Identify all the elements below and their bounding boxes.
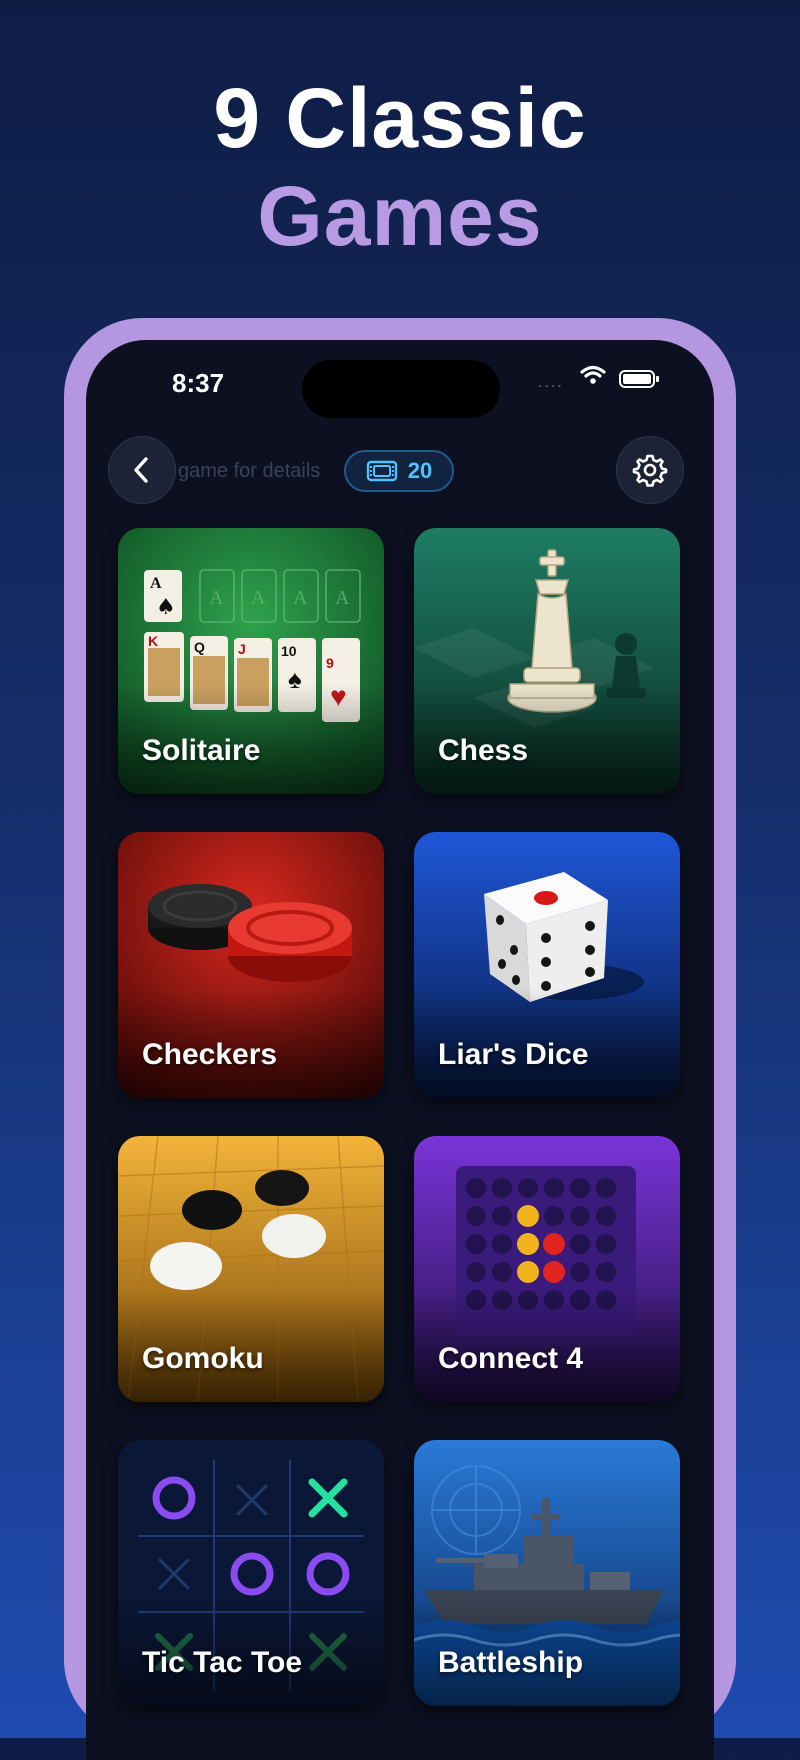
ticket-count: 20 bbox=[407, 458, 433, 483]
ticket-icon bbox=[366, 460, 397, 482]
svg-text:A: A bbox=[150, 575, 162, 592]
svg-text:Q: Q bbox=[194, 639, 205, 655]
game-card-battleship[interactable]: Battleship bbox=[414, 1440, 680, 1706]
game-label-chess: Chess bbox=[438, 734, 529, 767]
svg-text:10: 10 bbox=[281, 643, 297, 659]
game-card-connect-4[interactable]: Connect 4 bbox=[414, 1136, 680, 1402]
game-label-gomoku: Gomoku bbox=[142, 1342, 264, 1375]
game-label-connect-4: Connect 4 bbox=[438, 1342, 584, 1375]
game-card-chess[interactable]: Chess bbox=[414, 528, 680, 794]
game-card-tic-tac-toe[interactable]: Tic Tac Toe bbox=[118, 1440, 384, 1706]
svg-text:J: J bbox=[238, 641, 246, 657]
game-label-tic-tac-toe: Tic Tac Toe bbox=[142, 1646, 303, 1679]
game-label-battleship: Battleship bbox=[438, 1646, 584, 1679]
chevron-left-icon bbox=[134, 457, 148, 483]
game-label-checkers: Checkers bbox=[142, 1038, 278, 1071]
svg-text:A: A bbox=[209, 587, 224, 609]
top-bar: game for details 20 bbox=[86, 436, 714, 508]
game-card-checkers[interactable]: Checkers bbox=[118, 832, 384, 1098]
game-card-liars-dice[interactable]: Liar's Dice bbox=[414, 832, 680, 1098]
signal-icon: .... bbox=[538, 374, 564, 391]
status-bar: 8:37 .... bbox=[86, 340, 714, 420]
headline-line-2: Games bbox=[257, 169, 543, 263]
svg-text:9: 9 bbox=[326, 655, 334, 671]
svg-text:A: A bbox=[335, 587, 350, 609]
headline: 9 Classic Games bbox=[0, 70, 800, 266]
game-label-solitaire: Solitaire bbox=[142, 734, 261, 767]
game-card-solitaire[interactable]: A ♠ A A A A K Q J 10 ♠ 9 Solitaire bbox=[118, 528, 384, 794]
svg-text:A: A bbox=[293, 587, 308, 609]
game-label-liars-dice: Liar's Dice bbox=[438, 1038, 589, 1071]
dynamic-island bbox=[302, 360, 500, 418]
phone-frame: 8:37 .... game for details 20 A ♠ A A A … bbox=[64, 318, 736, 1760]
svg-text:A: A bbox=[251, 587, 266, 609]
gear-icon bbox=[632, 454, 668, 487]
hint-text: game for details bbox=[178, 460, 321, 482]
battery-icon bbox=[619, 370, 659, 388]
game-card-gomoku[interactable]: Gomoku bbox=[118, 1136, 384, 1402]
svg-text:K: K bbox=[148, 633, 158, 649]
settings-button[interactable] bbox=[616, 436, 684, 504]
wifi-icon bbox=[580, 365, 606, 384]
ticket-balance[interactable]: 20 bbox=[344, 450, 454, 492]
status-time: 8:37 bbox=[172, 368, 225, 398]
svg-text:♠: ♠ bbox=[156, 595, 176, 620]
phone-screen: 8:37 .... game for details 20 A ♠ A A A … bbox=[86, 340, 714, 1760]
headline-line-1: 9 Classic bbox=[213, 71, 587, 165]
back-button[interactable] bbox=[108, 436, 176, 504]
